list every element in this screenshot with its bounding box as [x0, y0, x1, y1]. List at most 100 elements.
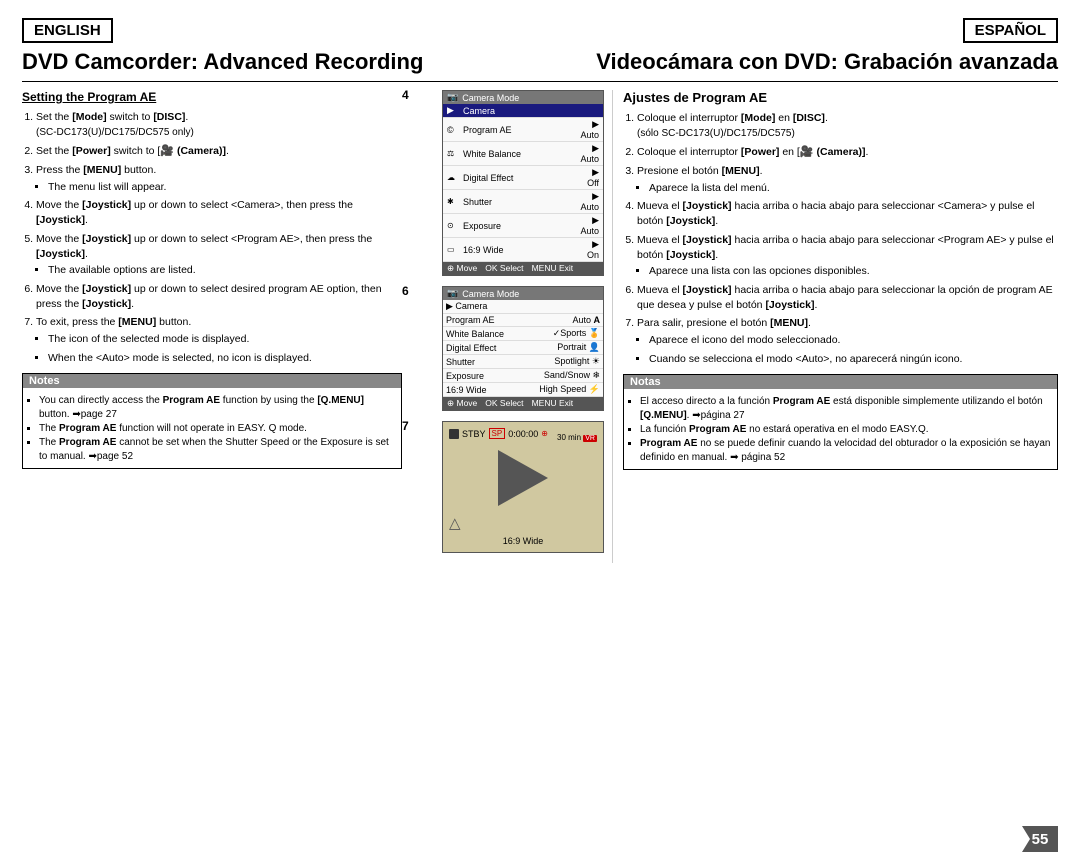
- spanish-column: Ajustes de Program AE Coloque el interru…: [612, 90, 1058, 563]
- english-column: Setting the Program AE Set the [Mode] sw…: [22, 90, 412, 563]
- notas-box: Notas El acceso directo a la función Pro…: [623, 374, 1058, 470]
- footer-move-6: ⊕ Move: [447, 398, 477, 409]
- main-content: Setting the Program AE Set the [Mode] sw…: [22, 90, 1058, 563]
- note-1: You can directly access the Program AE f…: [39, 394, 395, 422]
- row-arrow: ▶ On: [576, 238, 603, 262]
- diagram-4-footer: ⊕ Move OK Select MENU Exit: [443, 262, 603, 275]
- opt-right: Sand/Snow ❄: [521, 369, 603, 383]
- diagram-4: 📷 Camera Mode ▶ Camera © Program AE ▶ Au…: [442, 90, 604, 276]
- row-label: Digital Effect: [459, 166, 576, 190]
- opt-right: Auto A: [521, 314, 603, 327]
- opt-label: Shutter: [443, 355, 521, 369]
- diagram-6-footer: ⊕ Move OK Select MENU Exit: [443, 397, 603, 410]
- vf-label: 16:9 Wide: [449, 536, 597, 546]
- cam-mode-label-6: Camera Mode: [462, 289, 519, 299]
- footer-menu: MENU Exit: [532, 263, 574, 274]
- title-row: DVD Camcorder: Advanced Recording Videoc…: [22, 49, 1058, 82]
- opt-label: ▶ Camera: [443, 300, 521, 314]
- opt-label: Digital Effect: [443, 341, 521, 355]
- notas-title: Notas: [624, 375, 1057, 389]
- step-num-6: 6: [402, 284, 409, 298]
- opt-row-camera: ▶ Camera: [443, 300, 603, 314]
- es-step-7-bullet-2: Cuando se selecciona el modo <Auto>, no …: [649, 352, 1058, 367]
- opt-right: Portrait 👤: [521, 341, 603, 355]
- footer-move: ⊕ Move: [447, 263, 477, 274]
- diagram-4-wrap: 4 📷 Camera Mode ▶ Camera ©: [420, 90, 604, 276]
- step-num-4: 4: [402, 88, 409, 102]
- english-steps: Set the [Mode] switch to [DISC]. (SC-DC1…: [22, 110, 402, 365]
- menu-row-wide: ▭ 16:9 Wide ▶ On: [443, 238, 603, 262]
- row-arrow: ▶ Auto: [576, 214, 603, 238]
- vf-rec-symbol: ⊕: [541, 429, 548, 438]
- step-3-bullet: The menu list will appear.: [48, 180, 402, 195]
- diagrams-column: 4 📷 Camera Mode ▶ Camera ©: [412, 90, 612, 563]
- opt-right: ✓Sports 🏅: [521, 327, 603, 341]
- nota-2: La función Program AE no estará operativ…: [640, 423, 1051, 437]
- es-step-3: Presione el botón [MENU]. Aparece la lis…: [637, 164, 1058, 195]
- notes-box: Notes You can directly access the Progra…: [22, 373, 402, 469]
- note-3: The Program AE cannot be set when the Sh…: [39, 436, 395, 464]
- menu-table-4: ▶ Camera © Program AE ▶ Auto ⚖ White Bal…: [443, 104, 603, 262]
- diagram-7-wrap: 7 STBY SP 0:00:00 ⊕ 30 min VR: [420, 421, 604, 553]
- opt-right: High Speed ⚡: [521, 383, 603, 397]
- step-5-bullet: The available options are listed.: [48, 263, 402, 278]
- row-icon: ⊙: [443, 214, 459, 238]
- notes-content: You can directly access the Program AE f…: [23, 388, 401, 468]
- step-6: Move the [Joystick] up or down to select…: [36, 282, 402, 311]
- step-1: Set the [Mode] switch to [DISC]. (SC-DC1…: [36, 110, 402, 140]
- spanish-steps: Coloque el interruptor [Mode] en [DISC].…: [623, 111, 1058, 366]
- play-triangle: [498, 450, 548, 506]
- cam-mode-label: Camera Mode: [462, 93, 519, 103]
- diagram-6-header: 📷 Camera Mode: [443, 287, 603, 300]
- menu-row-value: [576, 104, 603, 118]
- footer-select: OK Select: [485, 263, 523, 274]
- vf-rec-indicator: STBY SP 0:00:00 ⊕: [449, 428, 548, 439]
- menu-row-icon: ▶: [443, 104, 459, 118]
- row-arrow: ▶ Auto: [576, 142, 603, 166]
- opt-label: Exposure: [443, 369, 521, 383]
- vf-time: 0:00:00: [508, 429, 538, 439]
- row-arrow: ▶ Off: [576, 166, 603, 190]
- es-step-7-bullet-1: Aparece el icono del modo seleccionado.: [649, 333, 1058, 348]
- es-step-5-bullet: Aparece una lista con las opciones dispo…: [649, 264, 1058, 279]
- lang-espanol: ESPAÑOL: [963, 18, 1058, 43]
- opt-row-wide: 16:9 Wide High Speed ⚡: [443, 383, 603, 397]
- nota-3: Program AE no se puede definir cuando la…: [640, 437, 1051, 465]
- page: ENGLISH ESPAÑOL DVD Camcorder: Advanced …: [0, 0, 1080, 866]
- step-5: Move the [Joystick] up or down to select…: [36, 232, 402, 278]
- es-step-2: Coloque el interruptor [Power] en [🎥 (Ca…: [637, 145, 1058, 160]
- row-label: 16:9 Wide: [459, 238, 576, 262]
- row-arrow: ▶ Auto: [576, 190, 603, 214]
- diagram-6: 📷 Camera Mode ▶ Camera Program AE Auto A: [442, 286, 604, 411]
- es-step-3-bullet: Aparece la lista del menú.: [649, 181, 1058, 196]
- es-step-6: Mueva el [Joystick] hacia arriba o hacia…: [637, 283, 1058, 312]
- row-arrow: ▶ Auto: [576, 118, 603, 142]
- english-section-title: Setting the Program AE: [22, 90, 402, 104]
- row-icon: ©: [443, 118, 459, 142]
- opt-label: Program AE: [443, 314, 521, 327]
- note-2: The Program AE function will not operate…: [39, 422, 395, 436]
- opt-row-de: Digital Effect Portrait 👤: [443, 341, 603, 355]
- opt-right: Spotlight ☀: [521, 355, 603, 369]
- vf-remain-text: 30 min: [557, 433, 581, 442]
- vf-vr-badge: VR: [583, 435, 597, 442]
- es-step-7: Para salir, presione el botón [MENU]. Ap…: [637, 316, 1058, 366]
- spanish-section-title: Ajustes de Program AE: [623, 90, 1058, 105]
- step-2: Set the [Power] switch to [🎥 (Camera)].: [36, 144, 402, 159]
- menu-row-programae: © Program AE ▶ Auto: [443, 118, 603, 142]
- page-number: 55: [1022, 826, 1058, 852]
- opt-row-ex: Exposure Sand/Snow ❄: [443, 369, 603, 383]
- footer-select-6: OK Select: [485, 398, 523, 409]
- rec-icon: [449, 429, 459, 439]
- viewfinder: STBY SP 0:00:00 ⊕ 30 min VR △ 16:: [442, 421, 604, 553]
- es-step-1: Coloque el interruptor [Mode] en [DISC].…: [637, 111, 1058, 141]
- cam-mode-icon: 📷: [447, 92, 458, 103]
- row-icon: ✱: [443, 190, 459, 214]
- cam-mode-icon-6: 📷: [447, 288, 458, 299]
- menu-row-wb: ⚖ White Balance ▶ Auto: [443, 142, 603, 166]
- diagram-4-header: 📷 Camera Mode: [443, 91, 603, 104]
- row-icon: ☁: [443, 166, 459, 190]
- opt-right: [521, 300, 603, 314]
- diagram-6-wrap: 6 📷 Camera Mode ▶ Camera Program AE A: [420, 286, 604, 411]
- opt-table-6: ▶ Camera Program AE Auto A White Balance…: [443, 300, 603, 397]
